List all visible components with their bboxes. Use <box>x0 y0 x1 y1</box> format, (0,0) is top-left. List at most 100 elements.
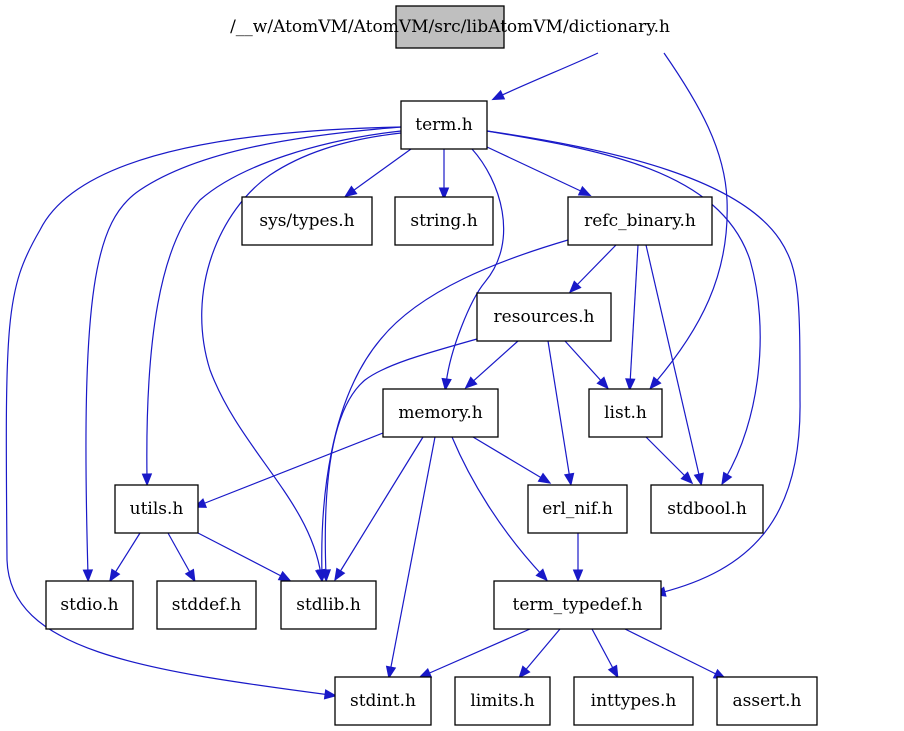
dependency-graph: /__w/AtomVM/AtomVM/src/libAtomVM/diction… <box>0 0 904 731</box>
node-label: sys/types.h <box>259 211 354 231</box>
node-stdbool-h[interactable]: stdbool.h <box>650 484 764 534</box>
node-label: resources.h <box>494 307 595 327</box>
edge-line <box>645 436 689 480</box>
node-erl-nif-h[interactable]: erl_nif.h <box>527 484 628 534</box>
node-stdio-h[interactable]: stdio.h <box>45 580 134 630</box>
edge-term-h-to-string-h <box>438 149 450 201</box>
node-label: limits.h <box>470 691 534 711</box>
arrowhead-icon <box>323 689 338 700</box>
node-label: refc_binary.h <box>584 211 696 231</box>
edge-term-h-to-sys-types-h <box>344 148 412 198</box>
node-memory-h[interactable]: memory.h <box>382 388 499 438</box>
node-label: list.h <box>604 403 647 423</box>
arrowhead-icon <box>344 185 358 198</box>
node-label: assert.h <box>733 691 802 711</box>
edge-utils-h-to-stdio-h <box>109 532 141 583</box>
arrowhead-icon <box>721 471 733 486</box>
node-utils-h[interactable]: utils.h <box>114 484 199 534</box>
edge-line <box>624 628 721 677</box>
node-label: stdio.h <box>60 595 118 615</box>
node-refc-binary-h[interactable]: refc_binary.h <box>567 196 713 246</box>
edge-line <box>112 532 141 577</box>
edge-dictionary-h-to-term-h <box>491 52 599 101</box>
node-label: inttypes.h <box>591 691 677 711</box>
node-resources-h[interactable]: resources.h <box>476 292 612 342</box>
edge-line <box>472 436 546 481</box>
edge-line <box>389 436 436 673</box>
edge-line <box>199 432 384 506</box>
node-sys-types-h[interactable]: sys/types.h <box>241 196 373 246</box>
node-label: stddef.h <box>172 595 241 615</box>
edge-line <box>591 628 616 673</box>
arrowhead-icon <box>491 89 506 101</box>
arrowhead-icon <box>385 665 397 680</box>
node-assert-h[interactable]: assert.h <box>716 676 818 726</box>
edge-term-h-to-refc-binary-h <box>486 146 592 197</box>
node-label: term.h <box>415 115 473 135</box>
arrowhead-icon <box>649 376 662 390</box>
edge-line <box>197 532 286 579</box>
node-string-h[interactable]: string.h <box>394 196 494 246</box>
edge-refc-binary-h-to-resources-h <box>568 244 617 294</box>
node-label: stdint.h <box>350 691 416 711</box>
edge-line <box>629 244 639 385</box>
edge-line <box>324 338 478 576</box>
arrowhead-icon <box>693 472 704 487</box>
edge-line <box>522 628 561 674</box>
edge-line <box>167 532 193 577</box>
edge-term-typedef-h-to-limits-h <box>518 628 561 679</box>
edge-resources-h-to-stdlib-h <box>320 338 478 583</box>
edge-term-typedef-h-to-inttypes-h <box>591 628 619 679</box>
edge-resources-h-to-erl-nif-h <box>547 340 575 487</box>
edge-line <box>486 146 586 194</box>
edge-resources-h-to-memory-h <box>464 340 519 389</box>
edge-term-typedef-h-to-stdint-h <box>418 628 531 678</box>
edge-utils-h-to-stddef-h <box>167 532 196 583</box>
edge-line <box>564 340 605 385</box>
arrowhead-icon <box>109 568 121 583</box>
arrowhead-icon <box>572 569 584 583</box>
node-term-typedef-h[interactable]: term_typedef.h <box>493 580 662 630</box>
node-dictionary-h[interactable]: /__w/AtomVM/AtomVM/src/libAtomVM/diction… <box>230 5 670 49</box>
edge-memory-h-to-erl-nif-h <box>472 436 552 484</box>
node-limits-h[interactable]: limits.h <box>454 676 551 726</box>
edge-memory-h-to-utils-h <box>193 432 384 508</box>
arrowhead-icon <box>607 664 619 679</box>
edge-line <box>424 628 531 676</box>
edge-line <box>573 244 617 289</box>
node-label: memory.h <box>398 403 482 423</box>
edge-line <box>445 148 505 385</box>
node-term-h[interactable]: term.h <box>400 100 488 150</box>
node-label: erl_nif.h <box>542 499 613 519</box>
edge-erl-nif-h-to-term-typedef-h <box>572 533 584 583</box>
arrowhead-icon <box>518 665 531 679</box>
edge-list-h-to-stdbool-h <box>645 436 694 485</box>
edge-line <box>547 340 571 480</box>
arrowhead-icon <box>141 473 153 487</box>
node-list-h[interactable]: list.h <box>588 388 663 438</box>
node-label: term_typedef.h <box>513 595 643 615</box>
node-label: /__w/AtomVM/AtomVM/src/libAtomVM/diction… <box>230 17 670 37</box>
edge-term-typedef-h-to-assert-h <box>624 628 727 680</box>
edge-utils-h-to-stdlib-h <box>197 532 292 582</box>
node-label: stdbool.h <box>667 499 747 519</box>
arrowhead-icon <box>334 567 346 582</box>
node-stddef-h[interactable]: stddef.h <box>156 580 257 630</box>
edge-line <box>349 148 412 194</box>
arrowhead-icon <box>277 570 292 582</box>
arrowhead-icon <box>563 472 575 487</box>
edge-refc-binary-h-to-list-h <box>625 244 639 392</box>
arrowhead-icon <box>441 377 452 392</box>
arrowhead-icon <box>577 185 592 197</box>
arrowhead-icon <box>537 472 552 484</box>
arrowhead-icon <box>82 569 94 583</box>
edge-resources-h-to-list-h <box>564 340 609 390</box>
edge-line <box>645 244 701 480</box>
node-inttypes-h[interactable]: inttypes.h <box>573 676 694 726</box>
edge-memory-h-to-stdint-h <box>385 436 436 680</box>
node-stdlib-h[interactable]: stdlib.h <box>280 580 377 630</box>
edge-line <box>469 340 519 385</box>
node-label: string.h <box>410 211 477 231</box>
node-stdint-h[interactable]: stdint.h <box>334 676 432 726</box>
graph-svg: /__w/AtomVM/AtomVM/src/libAtomVM/diction… <box>5 5 818 726</box>
